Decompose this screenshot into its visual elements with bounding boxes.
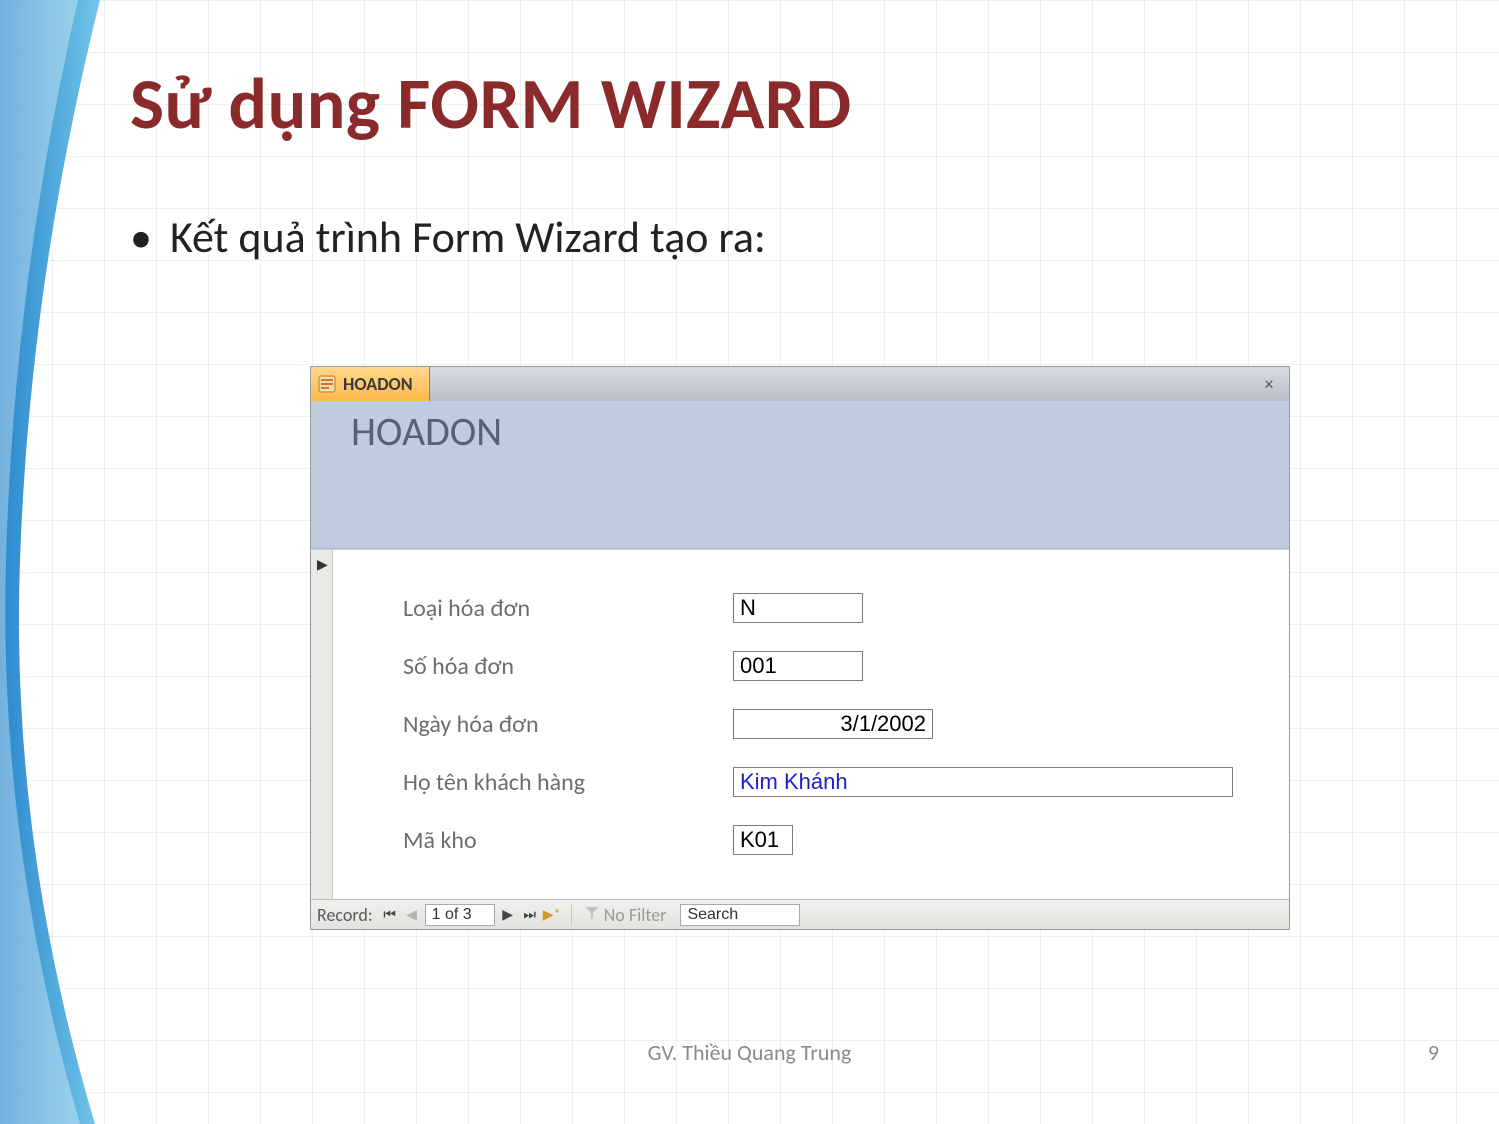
- first-record-icon: ⏮: [383, 906, 396, 923]
- slide-footer-author: GV. Thiều Quang Trung: [648, 1039, 852, 1066]
- nav-filter-indicator[interactable]: No Filter: [580, 904, 671, 926]
- form-header-title: HOADON: [351, 407, 502, 456]
- field-row-hoten-kh: Họ tên khách hàng: [403, 764, 1289, 800]
- field-row-loai-hd: Loại hóa đơn: [403, 590, 1289, 626]
- bullet-dot-icon: •: [130, 210, 160, 264]
- field-row-ngay-hd: Ngày hóa đơn: [403, 706, 1289, 742]
- close-icon: ×: [1265, 373, 1274, 395]
- next-record-icon: ▶: [502, 906, 513, 923]
- last-record-icon: ⏭: [523, 906, 536, 923]
- nav-filter-text: No Filter: [604, 904, 667, 926]
- nav-first-button[interactable]: ⏮: [379, 904, 401, 926]
- label-ngay-hd: Ngày hóa đơn: [403, 710, 733, 739]
- nav-new-record-button[interactable]: ▶*: [541, 904, 563, 926]
- record-selector[interactable]: ▶: [311, 550, 333, 899]
- nav-record-counter[interactable]: [425, 904, 495, 926]
- form-body: Loại hóa đơn Số hóa đơn Ngày hóa đơn Họ …: [333, 550, 1289, 899]
- access-form-window: HOADON × HOADON ▶ Loại hóa đơn Số hóa đơ…: [310, 366, 1290, 930]
- input-hoten-kh[interactable]: [733, 767, 1233, 797]
- nav-search-input[interactable]: [680, 904, 800, 926]
- slide-left-accent: [0, 0, 120, 1124]
- funnel-icon: [584, 904, 600, 926]
- record-selector-arrow-icon: ▶: [317, 556, 328, 573]
- input-so-hd[interactable]: [733, 651, 863, 681]
- label-so-hd: Số hóa đơn: [403, 652, 733, 681]
- form-tab-bar: HOADON ×: [311, 367, 1289, 401]
- input-ma-kho[interactable]: [733, 825, 793, 855]
- slide-bullet: • Kết quả trình Form Wizard tạo ra:: [130, 210, 766, 264]
- input-loai-hd[interactable]: [733, 593, 863, 623]
- nav-record-label: Record:: [315, 904, 379, 926]
- field-row-ma-kho: Mã kho: [403, 822, 1289, 858]
- input-ngay-hd[interactable]: [733, 709, 933, 739]
- nav-next-button[interactable]: ▶: [497, 904, 519, 926]
- form-tab-label: HOADON: [343, 373, 413, 395]
- form-tab-hoadon[interactable]: HOADON: [311, 367, 430, 401]
- prev-record-icon: ◀: [406, 906, 417, 923]
- field-row-so-hd: Số hóa đơn: [403, 648, 1289, 684]
- record-nav-bar: Record: ⏮ ◀ ▶ ⏭ ▶* No Filter: [311, 899, 1289, 929]
- close-form-button[interactable]: ×: [1257, 367, 1281, 401]
- label-hoten-kh: Họ tên khách hàng: [403, 768, 733, 797]
- form-icon: [317, 374, 337, 394]
- nav-separator: [571, 904, 572, 926]
- bullet-text: Kết quả trình Form Wizard tạo ra:: [170, 210, 766, 264]
- new-record-icon: ▶*: [543, 906, 561, 923]
- slide-page-number: 9: [1428, 1039, 1439, 1066]
- label-loai-hd: Loại hóa đơn: [403, 594, 733, 623]
- nav-prev-button[interactable]: ◀: [401, 904, 423, 926]
- form-body-wrapper: ▶ Loại hóa đơn Số hóa đơn Ngày hóa đơn H…: [311, 549, 1289, 899]
- nav-last-button[interactable]: ⏭: [519, 904, 541, 926]
- form-header: HOADON: [311, 401, 1289, 549]
- label-ma-kho: Mã kho: [403, 826, 733, 855]
- slide-title: Sử dụng FORM WIZARD: [130, 60, 852, 148]
